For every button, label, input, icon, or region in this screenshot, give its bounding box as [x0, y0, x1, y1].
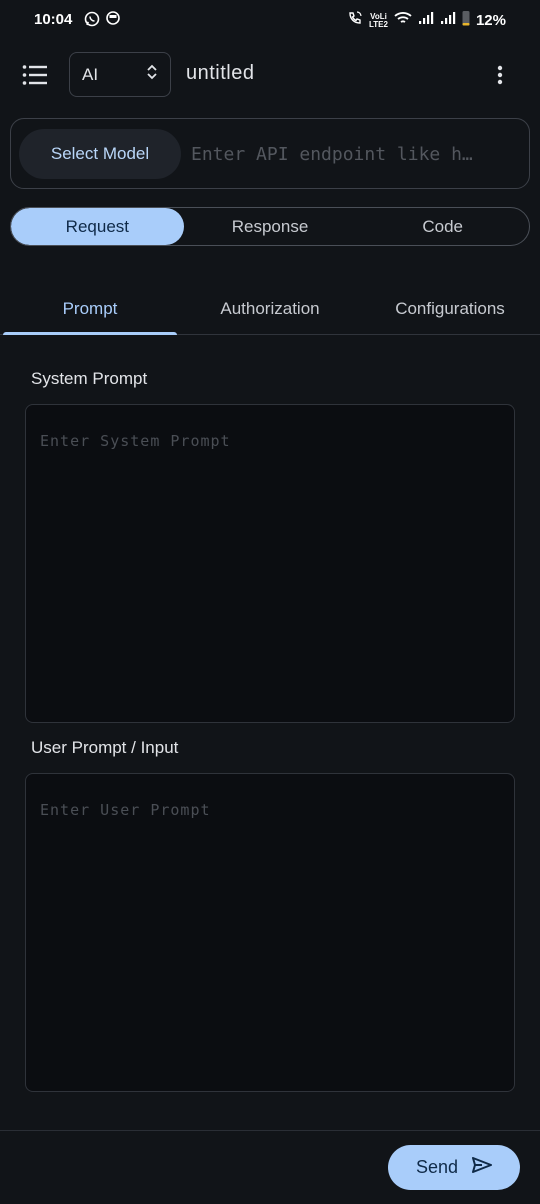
status-left-icons [84, 11, 120, 32]
send-label: Send [415, 1157, 459, 1177]
volte-icon: VoLi LTE2 [369, 12, 388, 29]
unfold-icon [146, 63, 158, 86]
tab-prompt[interactable]: Prompt [0, 284, 180, 335]
system-prompt-input[interactable] [25, 404, 515, 723]
battery-percent: 12% [475, 12, 506, 29]
status-bar: 10:04 VoLi LTE2 12% [0, 0, 540, 40]
tab-configurations[interactable]: Configurations [360, 284, 540, 334]
segment-code[interactable]: Code [356, 208, 529, 245]
endpoint-row: Select Model [10, 118, 530, 189]
wifi-icon [394, 11, 412, 30]
segment-response[interactable]: Response [184, 208, 357, 245]
whatsapp-icon [84, 11, 100, 32]
send-button[interactable]: Send [388, 1145, 520, 1190]
segment-request[interactable]: Request [11, 208, 184, 245]
status-right-icons: VoLi LTE2 12% [347, 10, 506, 31]
app-screen: 10:04 VoLi LTE2 12% AI untitled Select M… [0, 0, 540, 1204]
signal-icon [418, 11, 434, 30]
menu-list-icon[interactable] [20, 60, 50, 90]
request-tabs: Prompt Authorization Configurations [0, 284, 540, 335]
page-title[interactable]: untitled [186, 62, 255, 85]
signal-icon [440, 11, 456, 30]
status-time: 10:04 [34, 11, 73, 28]
app-bar: AI untitled [0, 50, 540, 100]
volte-line2: LTE2 [369, 19, 388, 29]
system-prompt-label: System Prompt [31, 369, 148, 388]
more-vert-icon[interactable] [488, 62, 512, 88]
select-model-button[interactable]: Select Model [19, 129, 181, 179]
battery-icon [462, 10, 470, 31]
tab-authorization[interactable]: Authorization [180, 284, 360, 334]
wifi-call-icon [347, 10, 363, 31]
status-circle-icon [106, 11, 120, 32]
request-response-code-toggle: Request Response Code [10, 207, 530, 246]
endpoint-input[interactable] [191, 129, 521, 179]
method-select[interactable]: AI [69, 52, 171, 97]
send-icon [472, 1157, 493, 1178]
method-value: AI [82, 64, 99, 84]
user-prompt-label: User Prompt / Input [31, 738, 179, 757]
bottom-divider [0, 1130, 540, 1131]
user-prompt-input[interactable] [25, 773, 515, 1092]
